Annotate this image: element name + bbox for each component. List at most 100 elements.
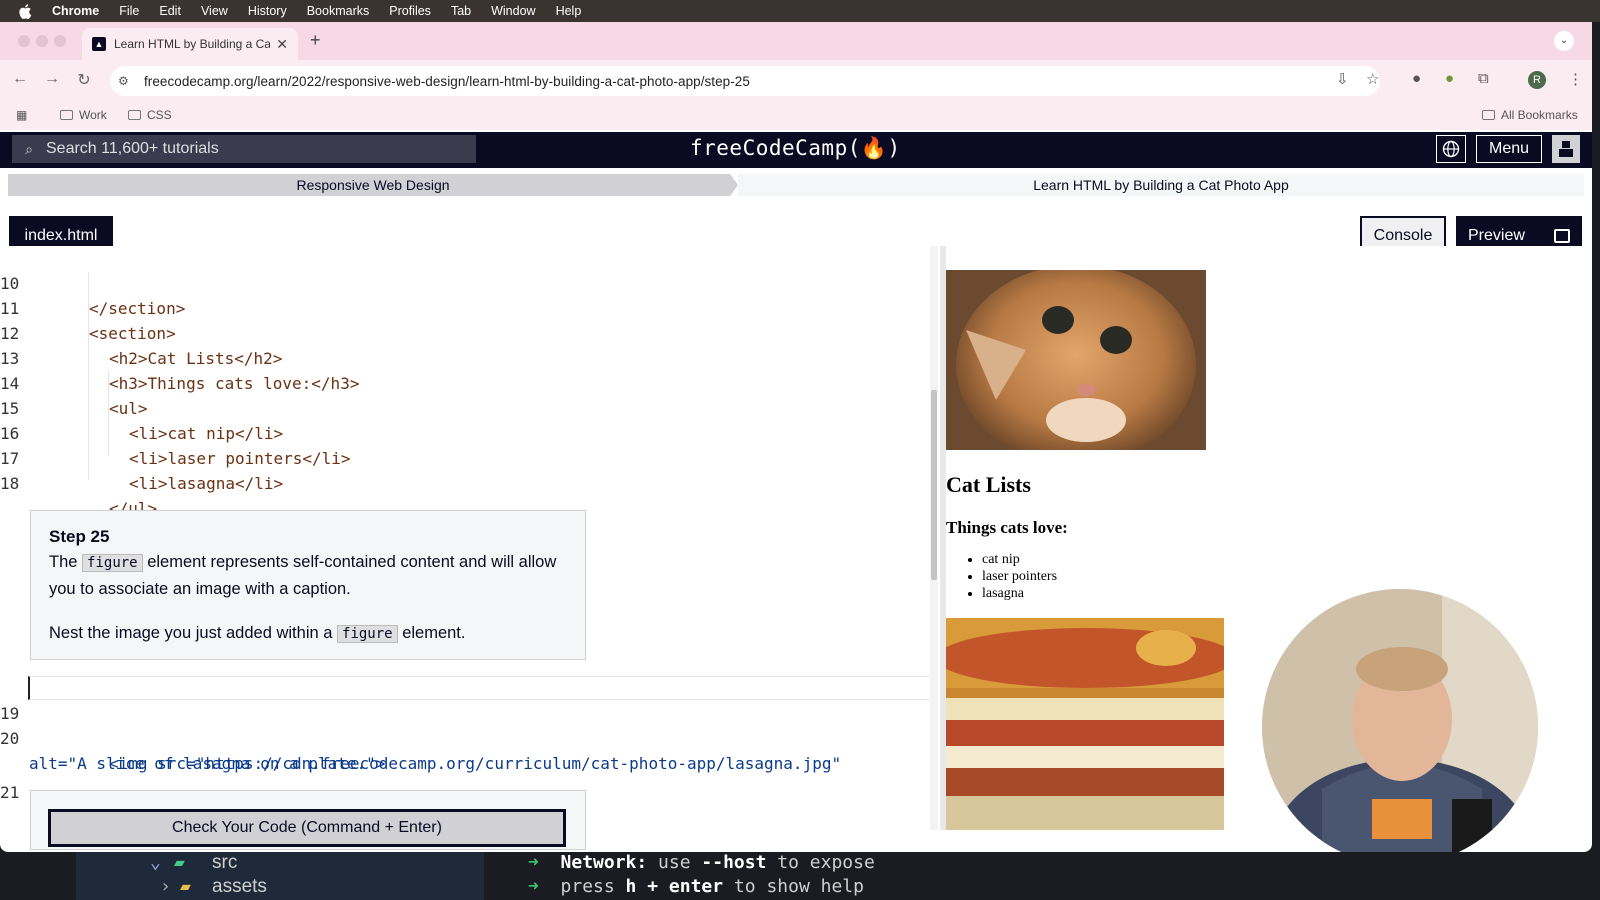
preview-label: Preview [1468,227,1525,244]
close-window-button[interactable] [18,35,30,47]
site-info-icon[interactable]: ⚙ [118,74,134,88]
fcc-navbar: ⌕ Search 11,600+ tutorials freeCodeCamp(… [0,132,1592,168]
menu-view[interactable]: View [201,4,228,18]
list-item: lasagna [982,585,1057,602]
menu-file[interactable]: File [119,4,139,18]
apple-logo-icon[interactable] [18,3,32,19]
menu-help[interactable]: Help [556,4,582,18]
minimize-window-button[interactable] [36,35,48,47]
menu-edit[interactable]: Edit [159,4,181,18]
extension-icon-2[interactable]: ● [1445,70,1454,87]
preview-list: cat nip laser pointers lasagna [982,551,1057,602]
address-bar[interactable]: ⚙ freecodecamp.org/learn/2022/responsive… [110,66,1380,96]
bookmark-folder-css[interactable]: CSS [128,108,172,122]
line-number: 18 [0,474,20,493]
tab-title: Learn HTML by Building a Cat [114,37,271,51]
bookmark-star-icon[interactable]: ☆ [1366,70,1379,88]
presenter-image [1262,589,1538,865]
browser-tab[interactable]: ▲ Learn HTML by Building a Cat ✕ [82,28,298,60]
cat-photo [946,270,1206,450]
list-item: laser pointers [982,568,1057,585]
folder-icon: ▰ [180,876,191,897]
language-globe-icon[interactable] [1436,135,1466,163]
inline-code: figure [82,554,143,572]
menu-bookmarks[interactable]: Bookmarks [307,4,370,18]
reload-icon[interactable]: ↻ [74,70,94,90]
code-line: 15 <li>cat nip</li> [0,371,930,443]
code-line: 11 <section> [0,271,930,343]
list-item: cat nip [982,551,1057,568]
chevron-down-icon[interactable]: ⌄ [150,852,161,873]
step-paragraph-1: The figure element represents self-conta… [49,549,567,602]
forward-icon[interactable]: → [42,70,62,88]
fcc-logo[interactable]: freeCodeCamp(🔥) [690,136,901,161]
folder-icon [1482,110,1495,120]
code-text: <li>lasagna</li> [129,474,284,493]
zoom-window-button[interactable] [54,35,66,47]
preview-heading-h3: Things cats love: [946,518,1068,537]
bookmarks-bar: ▦ Work CSS All Bookmarks [0,100,1592,130]
chrome-menu-icon[interactable]: ⋮ [1568,70,1583,88]
search-icon: ⌕ [25,140,33,157]
arrow-icon: ➜ [528,876,561,897]
breadcrumb-course[interactable]: Responsive Web Design [8,174,738,196]
webcam-overlay [1262,589,1538,865]
extensions-puzzle-icon[interactable]: ⧉ [1478,70,1489,87]
term-flag: --host [701,852,767,873]
code-line: 12 <h2>Cat Lists</h2> [0,296,930,368]
menu-window[interactable]: Window [491,4,535,18]
breadcrumb-project[interactable]: Learn HTML by Building a Cat Photo App [738,174,1584,196]
bookmark-folder-work[interactable]: Work [60,108,107,122]
preview-heading-h2: Cat Lists [946,472,1031,497]
macos-menu-bar: Chrome File Edit View History Bookmarks … [0,0,1600,22]
fcc-favicon-icon: ▲ [92,37,106,51]
file-explorer-panel [76,852,484,900]
inline-code: figure [337,625,398,643]
tab-strip: ▲ Learn HTML by Building a Cat ✕ + ⌄ [0,22,1592,60]
code-line: 20 <img src="https://cdn.freecodecamp.or… [0,701,930,773]
term-key: h + enter [625,876,724,897]
url-text: freecodecamp.org/learn/2022/responsive-w… [144,73,750,89]
breadcrumb: Responsive Web Design Learn HTML by Buil… [8,174,1584,196]
tree-item-src[interactable]: src [212,852,237,874]
code-line: 13 <h3>Things cats love:</h3> [0,321,930,393]
menu-history[interactable]: History [248,4,287,18]
popout-icon[interactable] [1554,229,1570,243]
line-number: 21 [0,783,20,802]
install-app-icon[interactable]: ⇩ [1336,70,1349,88]
term-text: use [647,852,702,873]
all-bookmarks-label: All Bookmarks [1501,108,1578,122]
menu-tab[interactable]: Tab [451,4,471,18]
code-line: alt="A slice of lasagna on a plate."> [0,726,930,773]
menu-profiles[interactable]: Profiles [389,4,431,18]
code-line: 10 </section> [0,246,930,318]
step-instructions: Step 25 The figure element represents se… [30,510,586,660]
back-icon[interactable]: ← [10,70,30,88]
profile-avatar[interactable]: R [1528,71,1546,89]
menu-button[interactable]: Menu [1476,135,1542,163]
step-paragraph-2: Nest the image you just added within a f… [49,620,567,647]
close-tab-icon[interactable]: ✕ [276,36,288,53]
tree-item-assets[interactable]: assets [212,876,267,898]
new-tab-icon[interactable]: + [310,30,321,51]
term-text: press [560,876,626,897]
code-line: 17 <li>lasagna</li> [0,421,930,493]
tab-search-icon[interactable]: ⌄ [1554,31,1574,51]
arrow-icon: ➜ [528,852,561,873]
term-label: Network: [560,852,648,873]
term-text: to show help [723,876,864,897]
search-input[interactable]: ⌕ Search 11,600+ tutorials [12,135,476,163]
editor-scrollbar-thumb[interactable] [931,390,937,580]
browser-toolbar: ← → ↻ ⚙ freecodecamp.org/learn/2022/resp… [0,60,1592,100]
user-avatar[interactable] [1552,135,1580,163]
menu-app-name[interactable]: Chrome [52,4,99,18]
step-text: Nest the image you just added within a [49,624,333,642]
apps-grid-icon[interactable]: ▦ [16,108,27,122]
check-code-button[interactable]: Check Your Code (Command + Enter) [48,809,566,847]
terminal-line-1: ➜ Network: use --host to expose [528,852,875,873]
extension-icon[interactable]: ● [1412,70,1421,87]
folder-icon: ▰ [174,852,185,873]
terminal-background: ⌄ ▰ src › ▰ assets ➜ Network: use --host… [0,852,1600,900]
chevron-right-icon[interactable]: › [160,876,171,897]
all-bookmarks[interactable]: All Bookmarks [1482,108,1578,122]
